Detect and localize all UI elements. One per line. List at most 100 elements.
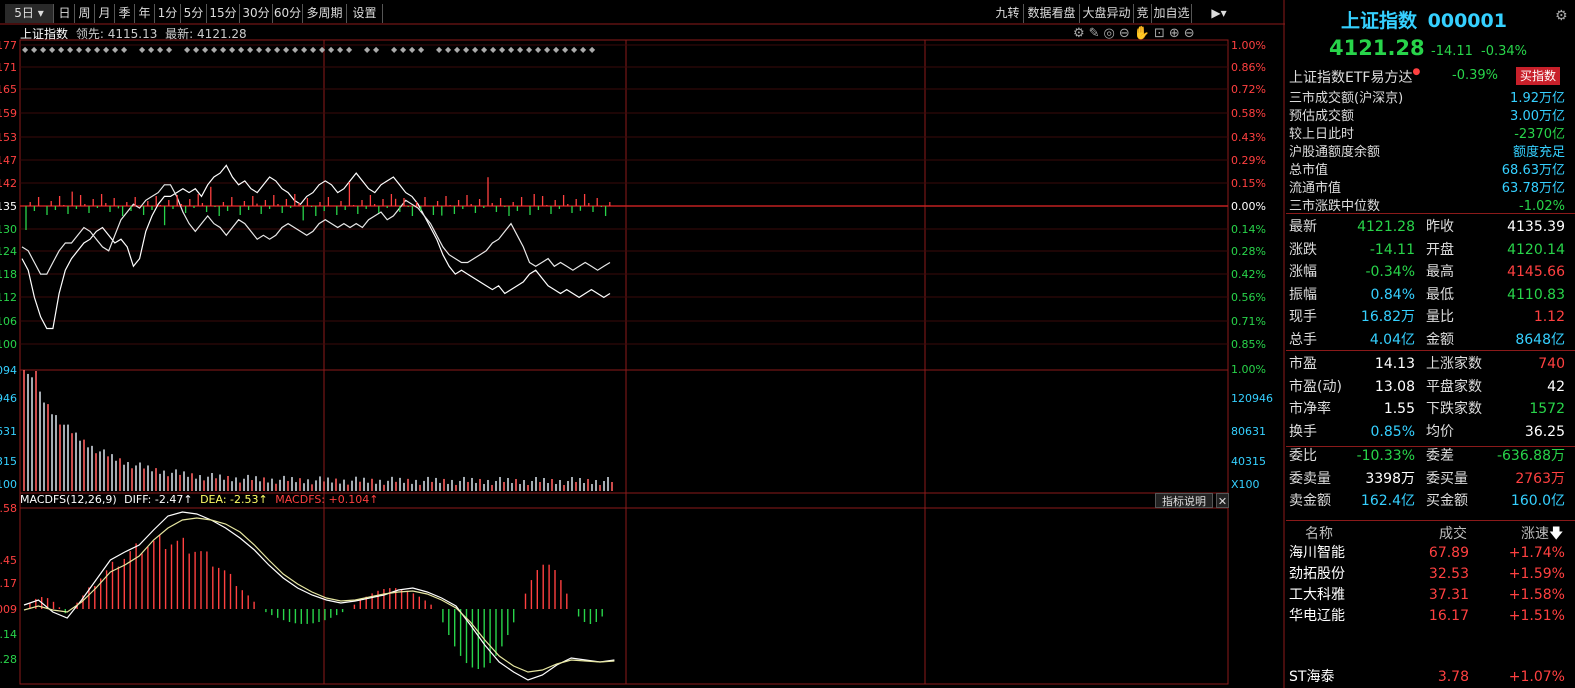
event-marker-icon: ◆ xyxy=(166,45,173,54)
quote-value: 4135.39 xyxy=(1507,219,1565,235)
volume-right-label: X100 xyxy=(1231,478,1260,491)
stock-speed: +1.74% xyxy=(1508,545,1565,561)
stat-row: 较上日此时 -2370亿 xyxy=(1289,126,1565,144)
latest-value: 4121.28 xyxy=(197,27,247,41)
period-select-5day[interactable]: 5日 ▾ xyxy=(5,4,54,23)
period-btn-1[interactable]: 周 xyxy=(75,4,95,23)
period-btn-6[interactable]: 5分 xyxy=(181,4,207,23)
close-icon[interactable]: ✕ xyxy=(1216,493,1229,508)
period-btn-4[interactable]: 年 xyxy=(135,4,155,23)
event-marker-icon: ◆ xyxy=(409,45,416,54)
period-btn-9[interactable]: 60分 xyxy=(273,4,303,23)
period-btn-11[interactable]: 设置 xyxy=(347,4,383,23)
stock-row[interactable]: 海川智能 67.89 +1.74% xyxy=(1289,544,1565,562)
volume-axis-label: 315 xyxy=(0,455,17,468)
volume-axis-label: 094 xyxy=(0,364,17,377)
period-btn-2[interactable]: 月 xyxy=(95,4,115,23)
col-price: 成交 xyxy=(1439,526,1467,542)
latest-label: 最新: xyxy=(165,27,194,41)
gear-icon[interactable]: ⚙ xyxy=(1555,8,1568,24)
intraday-chart[interactable]: 177 171 165 159 153 147 142 135 130 124 118 112 106 1… xyxy=(0,0,1285,688)
event-marker-icon: ◆ xyxy=(85,45,92,54)
volume-right-label: 40315 xyxy=(1231,455,1266,468)
event-marker-icon: ◆ xyxy=(49,45,56,54)
quote-row: 换手 0.85% 均价 36.25 xyxy=(1289,421,1565,443)
pct-axis-label: 0.42% xyxy=(1231,268,1266,281)
event-marker-icon: ◆ xyxy=(562,45,569,54)
stat-value: 1.92万亿 xyxy=(1510,91,1565,106)
event-marker-icon: ◆ xyxy=(247,45,254,54)
stat-label: 预估成交额 xyxy=(1289,109,1355,124)
stock-row[interactable]: ST海泰 3.78 +1.07% xyxy=(1289,668,1565,686)
event-marker-icon: ◆ xyxy=(292,45,299,54)
event-marker-icon: ◆ xyxy=(76,45,83,54)
toolbar-right-btn-3[interactable]: 竞 xyxy=(1134,4,1152,23)
quote-row: 涨幅 -0.34% 最高 4145.66 xyxy=(1289,261,1565,283)
toolbar-right-btn-0[interactable]: 九转 xyxy=(992,4,1024,23)
event-marker-icon: ◆ xyxy=(193,45,200,54)
chart-tool-icons[interactable]: ⚙✎◎⊖✋⊡⊕⊖ xyxy=(1073,26,1199,41)
event-marker-icon: ◆ xyxy=(328,45,335,54)
event-marker-icon: ◆ xyxy=(256,45,263,54)
event-marker-icon: ◆ xyxy=(202,45,209,54)
quote-row: 市盈 14.13 上涨家数 740 xyxy=(1289,353,1565,375)
event-marker-icon: ◆ xyxy=(553,45,560,54)
index-code: 000001 xyxy=(1427,10,1507,32)
indicator-explain-button[interactable]: 指标说明 xyxy=(1155,493,1213,508)
panel-toggle-icon[interactable]: ▶▾ xyxy=(1208,4,1230,23)
quote-row: 现手 16.82万 量比 1.12 xyxy=(1289,306,1565,328)
etf-name-label: 上证指数ETF易方达 xyxy=(1289,70,1413,86)
stock-row[interactable]: 工大科雅 37.31 +1.58% xyxy=(1289,586,1565,604)
quote-label: 下跌家数 xyxy=(1426,401,1482,417)
macd-bars xyxy=(29,534,603,669)
event-marker-icon: ◆ xyxy=(481,45,488,54)
quote-value: 162.4亿 xyxy=(1360,493,1415,509)
buy-index-button[interactable]: 买指数 xyxy=(1516,67,1560,85)
macd-header: MACDFS(12,26,9) DIFF: -2.47↑ DEA: -2.53↑… xyxy=(20,493,378,506)
stock-row[interactable]: 劲拓股份 32.53 +1.59% xyxy=(1289,565,1565,583)
period-btn-5[interactable]: 1分 xyxy=(155,4,181,23)
event-marker-icon: ◆ xyxy=(544,45,551,54)
period-btn-8[interactable]: 30分 xyxy=(240,4,273,23)
stock-row[interactable]: 华电辽能 16.17 +1.51% xyxy=(1289,607,1565,625)
macd-axis-label: 0.14 xyxy=(0,628,17,641)
event-marker-icon: ◆ xyxy=(211,45,218,54)
quote-label: 涨跌 xyxy=(1289,241,1317,258)
pct-axis-label: 0.72% xyxy=(1231,83,1266,96)
stock-price: 67.89 xyxy=(1428,545,1469,561)
event-marker-icon: ◆ xyxy=(274,45,281,54)
price-axis-label: 118 xyxy=(0,268,17,281)
index-change: -14.11 xyxy=(1431,44,1473,59)
stat-label: 较上日此时 xyxy=(1289,127,1355,142)
period-btn-3[interactable]: 季 xyxy=(115,4,135,23)
toolbar-right-btn-4[interactable]: 加自选 xyxy=(1152,4,1192,23)
stat-value: -2370亿 xyxy=(1514,127,1565,142)
period-btn-0[interactable]: 日 xyxy=(55,4,75,23)
event-marker-icon: ◆ xyxy=(454,45,461,54)
quote-row: 市净率 1.55 下跌家数 1572 xyxy=(1289,398,1565,420)
event-marker-icon: ◆ xyxy=(373,45,380,54)
event-marker-icon: ◆ xyxy=(346,45,353,54)
price-axis-label: 124 xyxy=(0,245,17,258)
stock-name: 海川智能 xyxy=(1289,545,1345,561)
period-btn-10[interactable]: 多周期 xyxy=(303,4,347,23)
panel-separator-3 xyxy=(1286,520,1575,521)
quote-row: 市盈(动) 13.08 平盘家数 42 xyxy=(1289,376,1565,398)
quote-value: 14.13 xyxy=(1374,356,1415,372)
toolbar-right-btn-2[interactable]: 大盘异动 xyxy=(1080,4,1134,23)
period-btn-7[interactable]: 15分 xyxy=(207,4,240,23)
stock-speed: +1.59% xyxy=(1508,566,1565,582)
stat-label: 三市成交额(沪深京) xyxy=(1289,91,1404,106)
stock-price: 32.53 xyxy=(1428,566,1469,582)
stat-value: 3.00万亿 xyxy=(1510,109,1565,124)
pct-axis-label: 0.15% xyxy=(1231,177,1266,190)
quote-value: 13.08 xyxy=(1374,378,1415,395)
stock-name: 华电辽能 xyxy=(1289,608,1345,624)
quote-label: 委比 xyxy=(1289,448,1317,464)
toolbar-right-btn-1[interactable]: 数据看盘 xyxy=(1024,4,1080,23)
stat-value: 63.78万亿 xyxy=(1501,181,1565,196)
pct-axis-label: 0.86% xyxy=(1231,61,1266,74)
quote-label: 均价 xyxy=(1426,423,1454,440)
quote-label: 振幅 xyxy=(1289,286,1317,303)
etf-name[interactable]: 上证指数ETF易方达● xyxy=(1289,67,1420,87)
